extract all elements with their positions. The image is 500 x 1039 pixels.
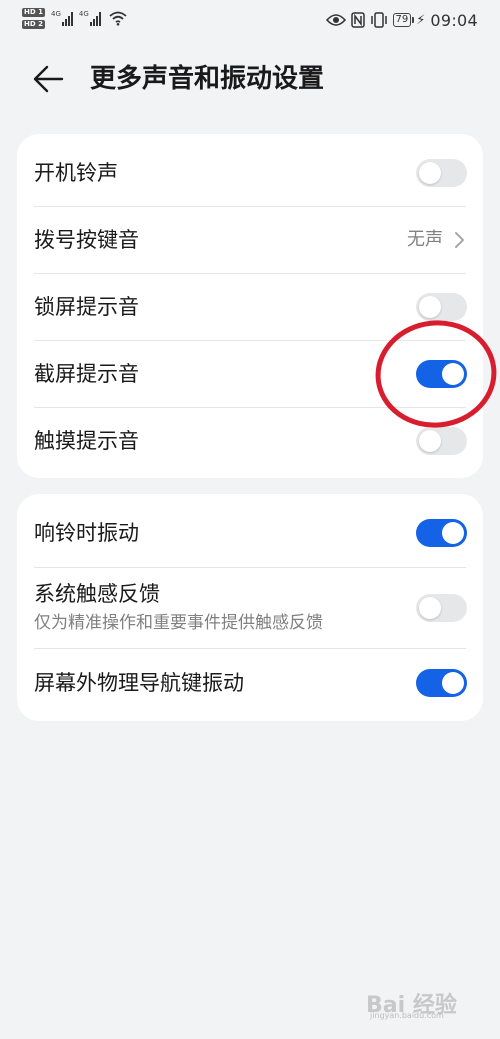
- wifi-icon: [109, 11, 127, 26]
- lock-screen-sound-toggle[interactable]: [416, 293, 467, 321]
- row-screenshot-sound[interactable]: 截屏提示音: [17, 341, 483, 407]
- watermark: Bai 经验 jingyan.baidu.com: [366, 985, 476, 1025]
- network-type-2: 4G: [78, 10, 89, 18]
- status-bar-right: 79 ⚡ 09:04: [325, 10, 478, 30]
- back-arrow-icon[interactable]: [32, 64, 66, 94]
- vibrate-when-ringing-toggle[interactable]: [416, 519, 467, 547]
- toggle-knob: [419, 430, 441, 452]
- watermark-text: Bai 经验: [366, 993, 457, 1018]
- system-haptics-toggle[interactable]: [416, 594, 467, 622]
- hd-badges: HD 1 HD 2: [22, 8, 45, 29]
- vibrate-icon: [370, 12, 387, 28]
- row-touch-sound[interactable]: 触摸提示音: [17, 408, 483, 478]
- network-type-1: 4G: [50, 10, 61, 18]
- row-dial-pad-tone[interactable]: 拨号按键音 无声: [17, 207, 483, 273]
- nfc-icon: [350, 12, 365, 28]
- eye-icon: [325, 14, 346, 26]
- clock: 09:04: [430, 10, 478, 30]
- row-subtitle: 仅为精准操作和重要事件提供触感反馈: [34, 613, 323, 633]
- nav-key-vibration-toggle[interactable]: [416, 669, 467, 697]
- row-label: 响铃时振动: [34, 521, 139, 545]
- boot-ringtone-toggle[interactable]: [416, 159, 467, 187]
- vibration-settings-card: 响铃时振动 系统触感反馈 仅为精准操作和重要事件提供触感反馈 屏幕外物理导航键振…: [17, 494, 483, 721]
- row-nav-key-vibration[interactable]: 屏幕外物理导航键振动: [17, 649, 483, 721]
- header: 更多声音和振动设置: [0, 56, 500, 104]
- hd-badge-2: HD 2: [22, 20, 45, 29]
- touch-sound-toggle[interactable]: [416, 427, 467, 455]
- row-boot-ringtone[interactable]: 开机铃声: [17, 134, 483, 206]
- page-title: 更多声音和振动设置: [90, 64, 325, 94]
- signal-1-icon: 4G: [51, 8, 73, 26]
- toggle-knob: [419, 296, 441, 318]
- toggle-knob: [442, 672, 464, 694]
- row-vibrate-when-ringing[interactable]: 响铃时振动: [17, 494, 483, 567]
- row-label: 拨号按键音: [34, 228, 139, 252]
- row-label: 系统触感反馈: [34, 582, 160, 606]
- toggle-knob: [442, 522, 464, 544]
- status-bar: HD 1 HD 2 4G 4G 79 ⚡ 09:04: [0, 0, 500, 44]
- status-bar-left: HD 1 HD 2 4G 4G: [22, 8, 128, 34]
- watermark-url: jingyan.baidu.com: [370, 1011, 444, 1020]
- toggle-knob: [419, 162, 441, 184]
- row-lock-screen-sound[interactable]: 锁屏提示音: [17, 274, 483, 340]
- row-label: 开机铃声: [34, 161, 118, 185]
- toggle-knob: [419, 597, 441, 619]
- screenshot-sound-toggle[interactable]: [416, 360, 467, 388]
- charging-icon: ⚡: [416, 12, 426, 28]
- sound-settings-card: 开机铃声 拨号按键音 无声 锁屏提示音 截屏提示音 触摸提示音: [17, 134, 483, 478]
- signal-2-icon: 4G: [79, 8, 101, 26]
- row-system-haptics[interactable]: 系统触感反馈 仅为精准操作和重要事件提供触感反馈: [17, 568, 483, 648]
- row-label: 截屏提示音: [34, 362, 139, 386]
- dial-pad-tone-value: 无声: [407, 229, 443, 250]
- row-label: 锁屏提示音: [34, 295, 139, 319]
- battery-icon: 79: [392, 13, 414, 27]
- row-label: 屏幕外物理导航键振动: [34, 671, 244, 695]
- hd-badge-1: HD 1: [22, 8, 45, 17]
- row-label: 触摸提示音: [34, 429, 139, 453]
- toggle-knob: [442, 363, 464, 385]
- chevron-right-icon: [455, 232, 464, 248]
